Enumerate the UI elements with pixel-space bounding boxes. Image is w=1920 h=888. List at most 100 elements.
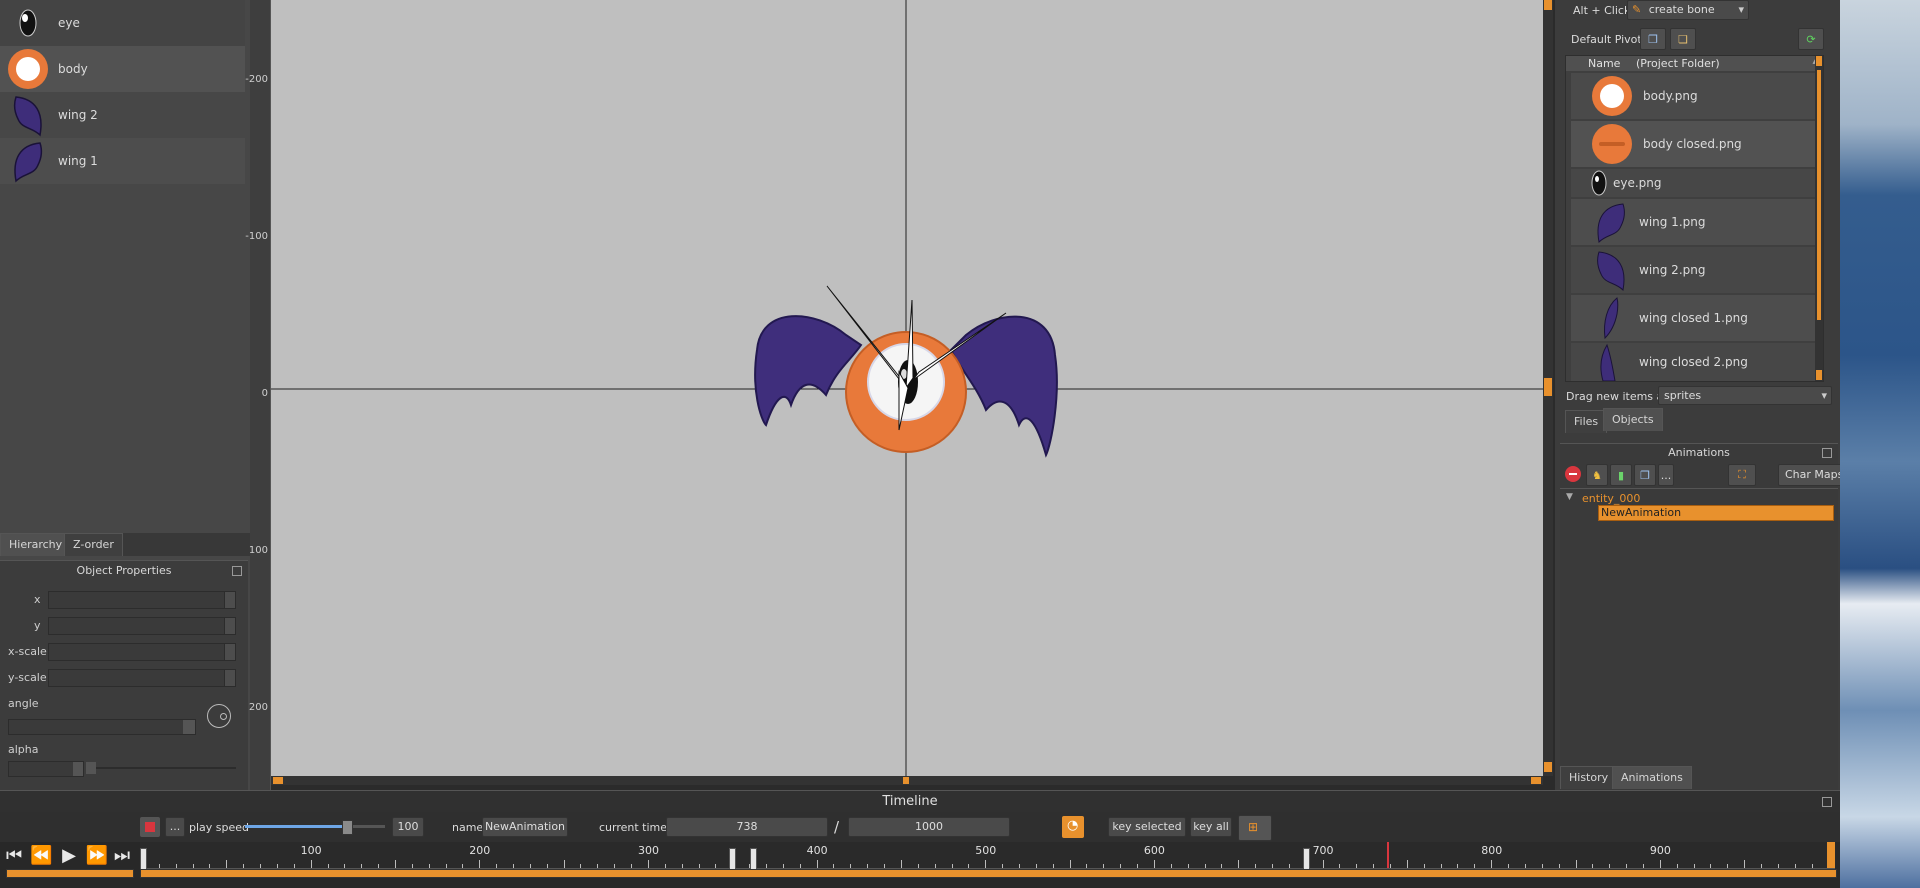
horizontal-scrollbar[interactable] <box>271 776 1543 785</box>
skip-forward-icon[interactable]: ⏭ <box>114 845 130 866</box>
file-browser: Name (Project Folder) ▴ body.png body cl… <box>1565 55 1824 382</box>
hierarchy-item-label: body <box>58 62 88 76</box>
close-panel-icon[interactable] <box>1822 797 1832 807</box>
play-speed-field[interactable]: 100 <box>392 817 424 837</box>
alpha-field[interactable] <box>8 761 84 777</box>
ruler-minor-tick <box>293 864 295 868</box>
ruler-minor-tick <box>1457 864 1459 868</box>
new-animation-button[interactable]: ▮ <box>1610 464 1632 486</box>
skip-back-icon[interactable]: ⏮ <box>6 845 22 866</box>
drag-mode-select[interactable]: sprites ▾ <box>1658 386 1832 405</box>
play-speed-slider[interactable] <box>245 820 385 835</box>
ruler-minor-tick <box>1508 864 1510 868</box>
current-time-field[interactable]: 738 <box>666 817 828 837</box>
keyframe-marker[interactable] <box>729 848 737 870</box>
file-item-label: eye.png <box>1613 176 1662 190</box>
ruler-minor-tick <box>209 864 211 868</box>
timeline-more-button[interactable]: ... <box>165 817 185 837</box>
hierarchy-item[interactable]: eye <box>0 0 245 46</box>
alt-click-select[interactable]: ✎ create bone ▾ <box>1627 0 1749 20</box>
timeline-scrollbar[interactable] <box>140 869 1837 878</box>
close-panel-icon[interactable] <box>1822 448 1832 458</box>
hierarchy-item[interactable]: wing 2 <box>0 92 245 138</box>
close-panel-icon[interactable] <box>232 566 242 576</box>
body-sprite-icon <box>6 47 50 91</box>
keyframe-marker[interactable] <box>140 848 147 870</box>
play-icon[interactable]: ▶ <box>62 845 76 866</box>
eye-sprite-icon <box>6 1 50 45</box>
vertical-scrollbar[interactable] <box>1543 0 1553 776</box>
delete-animation-button[interactable] <box>1565 466 1581 482</box>
entity-label[interactable]: entity_000 <box>1582 492 1640 505</box>
file-item[interactable]: eye.png <box>1571 169 1823 197</box>
timeline-tick-label: 500 <box>975 844 997 857</box>
ruler-minor-tick <box>1659 860 1661 868</box>
duplicate-animation-button[interactable]: ❐ <box>1634 464 1656 486</box>
ruler-minor-tick <box>1423 864 1425 868</box>
animation-name-field[interactable]: NewAnimation <box>482 817 568 837</box>
paste-icon: ❏ <box>1678 32 1688 46</box>
y-scale-field[interactable] <box>48 669 236 687</box>
x-field[interactable] <box>48 591 236 609</box>
ruler-tick: -100 <box>245 231 268 242</box>
file-item[interactable]: body.png <box>1571 73 1823 119</box>
angle-slider[interactable] <box>8 719 196 735</box>
key-selected-button[interactable]: key selected <box>1108 817 1186 837</box>
tab-files[interactable]: Files <box>1565 410 1608 433</box>
timeline-ruler[interactable]: 100 200 300 400 500 600 700 800 900 <box>140 842 1835 870</box>
animation-item-selected[interactable]: NewAnimation <box>1598 505 1834 521</box>
keyframe-marker[interactable] <box>749 848 757 870</box>
file-scrollbar[interactable] <box>1815 56 1823 381</box>
file-item[interactable]: wing 1.png <box>1571 199 1823 245</box>
ruler-minor-tick <box>1356 864 1358 868</box>
ruler-minor-tick <box>1035 864 1037 868</box>
step-forward-icon[interactable]: ⏩ <box>86 845 108 866</box>
angle-dial[interactable] <box>207 704 231 728</box>
zoom-scrollbar[interactable] <box>6 869 134 878</box>
play-speed-handle[interactable] <box>342 820 354 835</box>
ruler-minor-tick <box>884 864 886 868</box>
ruler-minor-tick <box>327 864 329 868</box>
keyframe-marker[interactable] <box>1302 848 1310 870</box>
tab-objects[interactable]: Objects <box>1603 408 1663 431</box>
scene-canvas[interactable] <box>271 0 1543 776</box>
hierarchy-item[interactable]: body <box>0 46 245 92</box>
file-item-label: wing closed 1.png <box>1639 311 1748 325</box>
playhead[interactable] <box>1386 842 1389 868</box>
y-field[interactable] <box>48 617 236 635</box>
tab-z-order[interactable]: Z-order <box>64 533 123 556</box>
end-marker[interactable] <box>1827 842 1835 868</box>
file-item-label: wing 2.png <box>1639 263 1706 277</box>
step-back-icon[interactable]: ⏪ <box>30 845 52 866</box>
key-all-button[interactable]: key all <box>1190 817 1232 837</box>
record-button[interactable] <box>140 817 160 837</box>
right-panel: Alt + Click: ✎ create bone ▾ Default Piv… <box>1555 0 1851 791</box>
paste-pivot-button[interactable]: ❏ <box>1670 28 1696 50</box>
new-entity-button[interactable]: ♞ <box>1586 464 1608 486</box>
tab-hierarchy[interactable]: Hierarchy <box>0 533 72 556</box>
wing-left[interactable] <box>754 315 863 427</box>
file-item[interactable]: body closed.png <box>1571 121 1823 167</box>
x-scale-field[interactable] <box>48 643 236 661</box>
ruler-minor-tick <box>799 864 801 868</box>
wing-right[interactable] <box>949 315 1058 458</box>
body-png-icon <box>1592 76 1632 116</box>
tab-history[interactable]: History <box>1560 766 1618 789</box>
tab-animations[interactable]: Animations <box>1612 766 1692 789</box>
left-panel: eye body wing 2 wing 1 Hierarchy Z-order… <box>0 0 250 791</box>
hierarchy-item[interactable]: wing 1 <box>0 138 245 184</box>
copy-pivot-button[interactable]: ❐ <box>1640 28 1666 50</box>
more-button[interactable]: ... <box>1658 464 1674 486</box>
refresh-button[interactable]: ⟳ <box>1798 28 1824 50</box>
alpha-slider[interactable] <box>86 762 236 774</box>
onion-skin-button[interactable]: ⊞ <box>1238 815 1272 841</box>
interpolation-button[interactable]: ◔ <box>1062 816 1084 838</box>
animation-length-field[interactable]: 1000 <box>848 817 1010 837</box>
ruler-minor-tick <box>260 864 262 868</box>
file-item[interactable]: wing 2.png <box>1571 247 1823 293</box>
x-scale-label: x-scale <box>8 645 47 658</box>
expand-arrow-icon[interactable]: ▼ <box>1566 492 1573 502</box>
file-item[interactable]: wing closed 2.png <box>1571 343 1823 381</box>
fullscreen-button[interactable]: ⛶ <box>1728 464 1756 486</box>
file-item[interactable]: wing closed 1.png <box>1571 295 1823 341</box>
